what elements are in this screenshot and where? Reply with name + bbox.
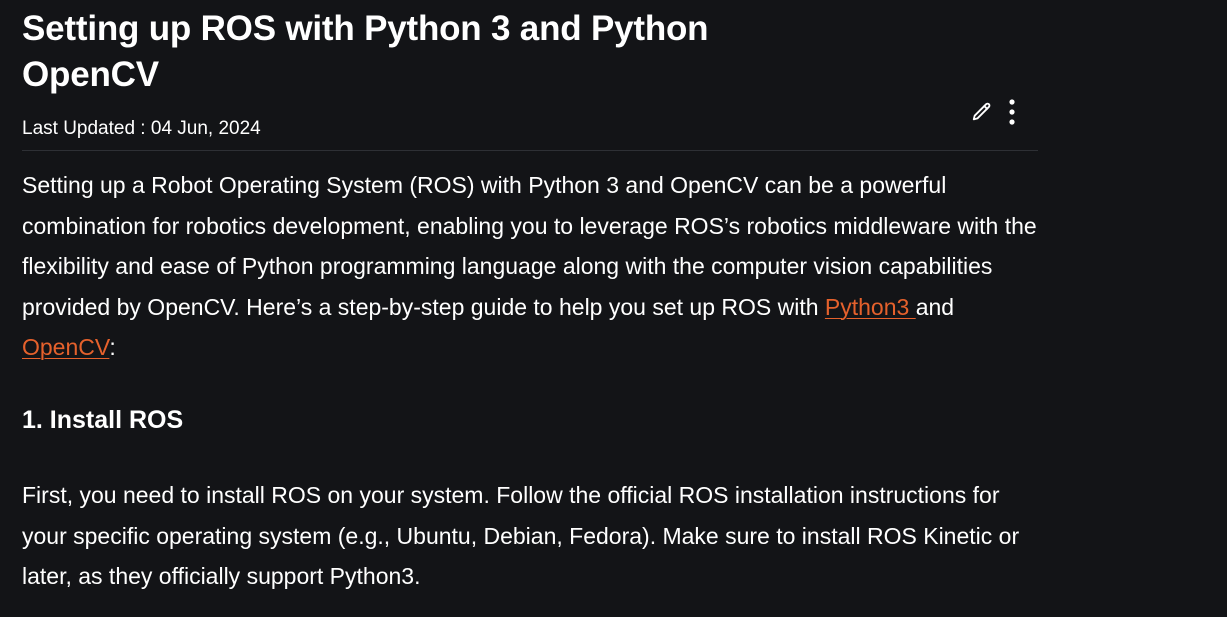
last-updated-date: 04 Jun, 2024 <box>150 118 261 139</box>
section-heading-install-ros: 1. Install ROS <box>22 406 184 434</box>
install-ros-paragraph: First, you need to install ROS on your s… <box>22 482 1020 589</box>
opencv-link[interactable]: OpenCV <box>22 334 109 360</box>
intro-text-middle: and <box>915 293 955 320</box>
intro-paragraph: Setting up a Robot Operating System (ROS… <box>22 165 1038 368</box>
pencil-icon[interactable] <box>969 98 995 126</box>
header-divider <box>22 150 1038 151</box>
last-updated: Last Updated : 04 Jun, 2024 <box>22 117 261 141</box>
more-vertical-icon[interactable] <box>1005 98 1019 126</box>
intro-text-after: : <box>109 334 116 360</box>
article-actions <box>969 98 1019 126</box>
last-updated-label: Last Updated : <box>22 118 151 139</box>
page: Setting up ROS with Python 3 and Python … <box>0 0 1227 617</box>
article-title: Setting up ROS with Python 3 and Python … <box>22 9 709 94</box>
python3-link[interactable]: Python3 <box>825 294 916 320</box>
